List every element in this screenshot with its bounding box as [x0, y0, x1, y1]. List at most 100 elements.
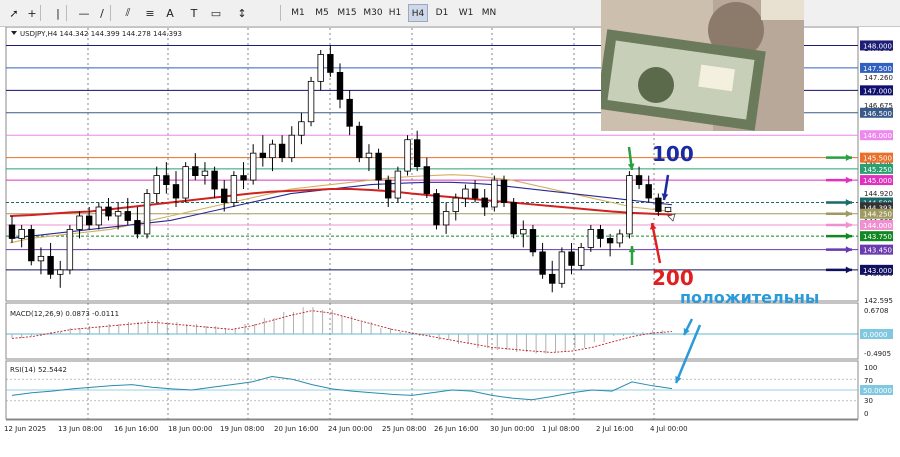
- candle: [346, 98, 353, 127]
- timeframe-m5[interactable]: M5: [312, 4, 332, 22]
- candle: [18, 229, 25, 239]
- candle: [105, 206, 112, 217]
- candle: [452, 197, 459, 212]
- crosshair-icon[interactable]: +: [22, 3, 42, 23]
- candle: [549, 273, 556, 284]
- candle: [385, 179, 392, 199]
- candle: [404, 139, 411, 172]
- price-level-tag-label: 146.500: [863, 110, 892, 118]
- macd-axis-label: -0.4905: [864, 350, 891, 358]
- candle: [211, 170, 218, 190]
- candle: [47, 255, 54, 275]
- time-axis-label: 24 Jun 00:00: [328, 425, 372, 433]
- macd-pane-frame: [5, 302, 859, 360]
- candle: [510, 202, 517, 235]
- candle: [85, 215, 93, 226]
- price-axis-label: 147.260: [864, 74, 893, 82]
- candle: [568, 251, 575, 266]
- timeframe-m1[interactable]: M1: [288, 4, 308, 22]
- time-axis-label: 4 Jul 00:00: [650, 425, 688, 433]
- price-axis-label: 142.595: [864, 297, 893, 305]
- price-level-tag-label: 147.500: [863, 65, 892, 73]
- candle: [8, 224, 16, 239]
- candle: [163, 175, 170, 185]
- price-level-tag-label: 146.000: [863, 132, 892, 140]
- candle: [182, 166, 189, 199]
- price-level-tag-label: 143.750: [863, 233, 892, 241]
- cursor-icon[interactable]: ➚: [4, 3, 24, 23]
- time-axis-label: 13 Jun 08:00: [58, 425, 102, 433]
- arrows-icon[interactable]: ↕: [232, 3, 252, 23]
- toolbar-separator: [66, 5, 67, 21]
- candle: [587, 229, 595, 248]
- candle: [481, 197, 488, 208]
- candle: [394, 170, 402, 199]
- time-axis-label: 16 Jun 16:00: [114, 425, 158, 433]
- candle: [134, 220, 141, 235]
- candle: [423, 166, 431, 194]
- text-icon[interactable]: A: [160, 3, 180, 23]
- time-axis-label: 1 Jul 08:00: [542, 425, 580, 433]
- candle: [616, 233, 623, 244]
- horizontal-line-icon[interactable]: —: [74, 3, 94, 23]
- rsi-axis-label: 50.0000: [863, 387, 892, 395]
- timeframe-m30[interactable]: M30: [362, 4, 384, 22]
- candle: [124, 211, 131, 221]
- candle: [57, 269, 64, 275]
- rsi-axis-label: 70: [864, 377, 873, 385]
- channel-icon[interactable]: ⫽: [118, 3, 138, 23]
- macd-axis-label: 0.0000: [863, 331, 888, 339]
- candle: [298, 121, 305, 136]
- time-axis-label: 26 Jun 16:00: [434, 425, 478, 433]
- candle: [153, 175, 160, 194]
- macd-label: MACD(12,26,9) 0.0873 -0.0111: [10, 310, 119, 318]
- timeframe-d1[interactable]: D1: [432, 4, 452, 22]
- price-axis-label: 144.920: [864, 190, 893, 198]
- macd-axis-label: 0.6708: [864, 307, 889, 315]
- candle: [221, 188, 228, 203]
- candle: [500, 179, 508, 203]
- timeframe-h4[interactable]: H4: [408, 4, 428, 22]
- shapes-icon[interactable]: ▭: [206, 3, 226, 23]
- candle: [577, 246, 585, 266]
- label-icon[interactable]: T: [184, 3, 204, 23]
- candle: [230, 175, 238, 203]
- candle: [491, 179, 498, 208]
- price-level-tag-label: 148.000: [863, 42, 892, 50]
- candle: [95, 206, 103, 226]
- timeframe-mn[interactable]: MN: [478, 4, 500, 22]
- candle: [413, 139, 421, 168]
- candle: [365, 152, 373, 159]
- timeframe-m15[interactable]: M15: [336, 4, 358, 22]
- candle: [606, 238, 614, 244]
- vertical-line-icon[interactable]: |: [48, 3, 68, 23]
- candle: [336, 71, 344, 100]
- trendline-icon[interactable]: /: [92, 3, 112, 23]
- candle: [278, 143, 286, 159]
- candle: [201, 170, 209, 176]
- price-level-tag-label: 144.250: [863, 211, 892, 219]
- fibonacci-icon[interactable]: ≡: [140, 3, 160, 23]
- rsi-axis-label: 30: [864, 397, 873, 405]
- candle: [626, 175, 633, 235]
- candle: [635, 175, 643, 185]
- candle: [259, 152, 267, 159]
- candle: [664, 206, 672, 212]
- symbol-info: USDJPY,H4 144.342 144.399 144.278 144.39…: [20, 30, 182, 38]
- candle: [143, 193, 151, 235]
- currency-photo: [601, 0, 804, 131]
- time-axis-label: 20 Jun 16:00: [274, 425, 318, 433]
- price-level-tag-label: 143.450: [863, 247, 892, 255]
- candle: [172, 184, 180, 199]
- time-axis-label: 30 Jun 00:00: [490, 425, 534, 433]
- candle: [307, 80, 315, 123]
- candle: [558, 251, 566, 284]
- price-level-tag-label: 145.500: [863, 155, 892, 163]
- price-level-tag-label: 145.250: [863, 166, 892, 174]
- rsi-axis-label: 100: [864, 364, 877, 372]
- timeframe-h1[interactable]: H1: [386, 4, 404, 22]
- timeframe-w1[interactable]: W1: [456, 4, 476, 22]
- candle: [433, 193, 440, 226]
- yen-corner: [761, 0, 804, 20]
- rsi-label: RSI(14) 52.5442: [10, 366, 67, 374]
